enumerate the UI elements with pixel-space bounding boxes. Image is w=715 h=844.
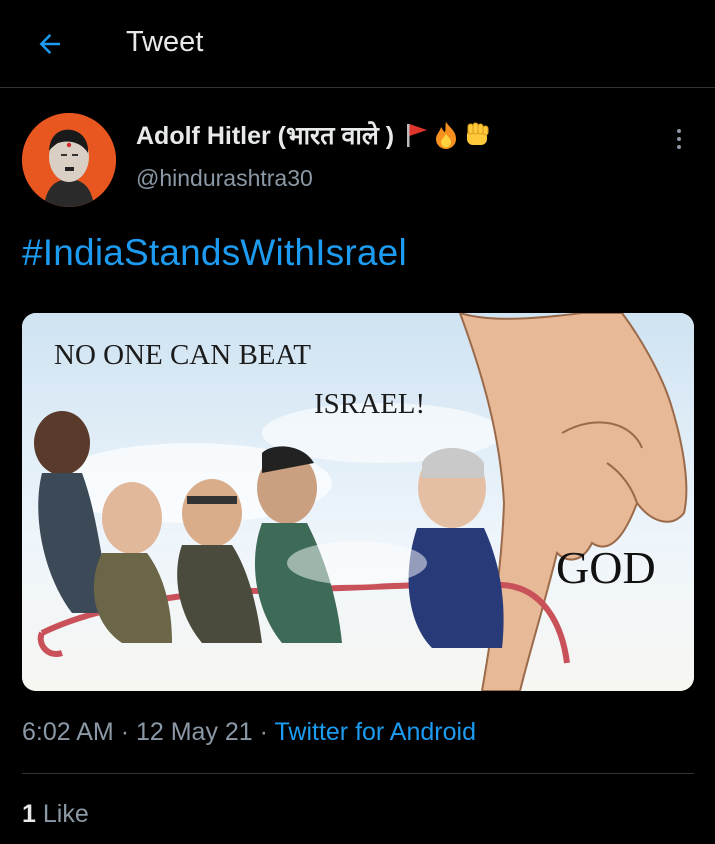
fire-icon	[436, 122, 457, 149]
meta-separator: ·	[259, 718, 268, 746]
red-flag-icon	[407, 124, 428, 147]
tweet-source-link[interactable]: Twitter for Android	[275, 718, 476, 746]
image-caption-line1: NO ONE CAN BEAT	[54, 339, 311, 371]
likes-count: 1	[22, 800, 36, 828]
likes-stat[interactable]: 1 Like	[22, 800, 89, 829]
image-caption-line2: ISRAEL!	[314, 388, 425, 420]
back-button[interactable]	[30, 24, 70, 64]
page-title: Tweet	[126, 26, 204, 58]
top-bar: Tweet	[0, 0, 715, 88]
meta-separator: ·	[120, 718, 130, 746]
divider	[22, 773, 694, 774]
author-name-text: Adolf Hitler (भारत वाले )	[136, 122, 395, 150]
image-caption-god: GOD	[556, 542, 656, 593]
tweet-date: 12 May 21	[135, 718, 253, 746]
tweet-meta: 6:02 AM · 12 May 21 · Twitter for Androi…	[22, 718, 476, 747]
tweet-time: 6:02 AM	[22, 718, 114, 746]
avatar[interactable]	[22, 113, 116, 207]
tweet-image[interactable]: NO ONE CAN BEAT ISRAEL! GOD	[22, 313, 694, 691]
more-dot-icon	[677, 137, 681, 141]
more-dot-icon	[677, 145, 681, 149]
likes-label: Like	[42, 800, 89, 828]
author-name[interactable]: Adolf Hitler (भारत वाले )	[136, 118, 492, 152]
more-options-button[interactable]	[664, 124, 694, 154]
hashtag-link[interactable]: #IndiaStandsWithIsrael	[22, 232, 407, 274]
author-handle[interactable]: @hindurashtra30	[136, 165, 313, 192]
arrow-left-icon	[39, 34, 60, 54]
more-dot-icon	[677, 129, 681, 133]
raised-fist-icon	[467, 122, 489, 145]
